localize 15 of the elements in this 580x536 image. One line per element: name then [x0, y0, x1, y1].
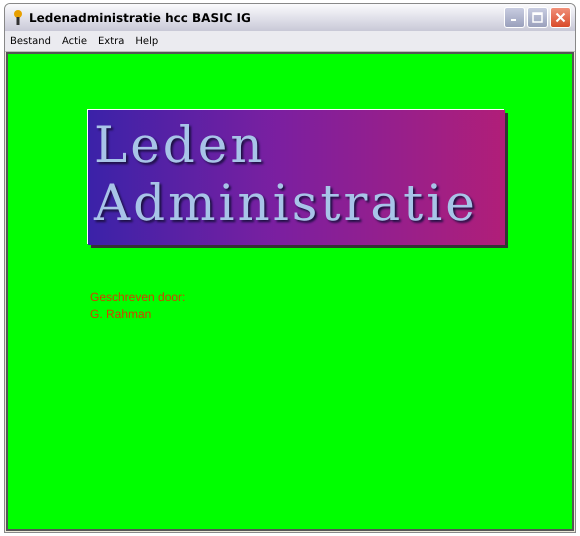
menu-item[interactable]: Help — [135, 36, 158, 46]
menu-item[interactable]: Extra — [98, 36, 124, 46]
close-button[interactable] — [550, 7, 571, 28]
minimize-button[interactable] — [504, 7, 525, 28]
window-title: Ledenadministratie hcc BASIC IG — [29, 10, 251, 24]
torch-icon — [13, 10, 23, 26]
menu-item[interactable]: Bestand — [10, 36, 51, 46]
banner-text: Administratie — [94, 174, 479, 232]
credit-text: Geschreven door: — [90, 289, 186, 306]
maximize-button[interactable] — [527, 7, 548, 28]
banner-text: Leden — [94, 116, 267, 174]
credit-text: G. Rahman — [90, 306, 152, 323]
maximize-icon — [532, 12, 543, 23]
close-icon — [555, 12, 566, 23]
menu-item[interactable]: Actie — [62, 36, 87, 46]
